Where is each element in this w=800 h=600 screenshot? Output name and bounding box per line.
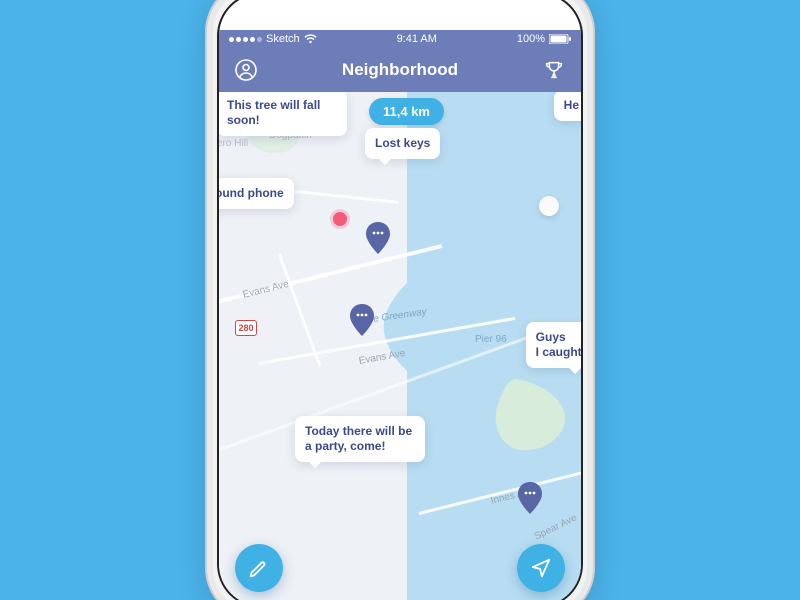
signal-dots-icon [229,37,262,42]
carrier-label: Sketch [266,33,300,45]
screen: Sketch 9:41 AM 100% Neighborhood [217,0,583,600]
map-pin[interactable] [349,304,375,336]
wifi-icon [304,34,317,44]
clock: 9:41 AM [397,33,437,45]
road [419,464,581,515]
road [278,253,322,367]
bubble-party[interactable]: Today there will be a party, come! [295,416,425,462]
road [219,244,442,306]
battery-label: 100% [517,33,545,45]
highway-shield: 280 [235,320,257,336]
phone-frame: Sketch 9:41 AM 100% Neighborhood [205,0,595,600]
bubble-lost-keys[interactable]: Lost keys [365,128,440,159]
locate-button[interactable] [517,544,565,592]
trophy-icon[interactable] [541,57,567,83]
map-label-evans-2: Evans Ave [358,348,406,367]
status-left: Sketch [229,33,317,45]
map-label-pier96: Pier 96 [475,334,507,345]
map-label-spear: Spear Ave [533,512,579,542]
user-location-dot [333,212,347,226]
status-right: 100% [517,33,571,45]
map-canvas[interactable]: Dogpatch ero Hill Evans Ave Evans Ave Bl… [219,92,581,600]
bubble-found-phone[interactable]: ound phone [219,178,294,209]
profile-icon[interactable] [233,57,259,83]
bubble-guys[interactable]: Guys I caught, [526,322,581,368]
map-pin[interactable] [365,222,391,254]
bubble-hey[interactable]: He [554,92,581,121]
bubble-tree[interactable]: This tree will fall soon! [219,92,347,136]
status-bar: Sketch 9:41 AM 100% [219,30,581,48]
compose-button[interactable] [235,544,283,592]
map-pin[interactable] [517,482,543,514]
page-title: Neighborhood [342,60,458,80]
road [259,317,516,365]
distance-pill[interactable]: 11,4 km [369,98,444,125]
battery-icon [549,34,571,44]
nav-bar: Neighborhood [219,48,581,92]
map-label-potrero: ero Hill [219,138,248,149]
map-marker-white[interactable] [539,196,559,216]
